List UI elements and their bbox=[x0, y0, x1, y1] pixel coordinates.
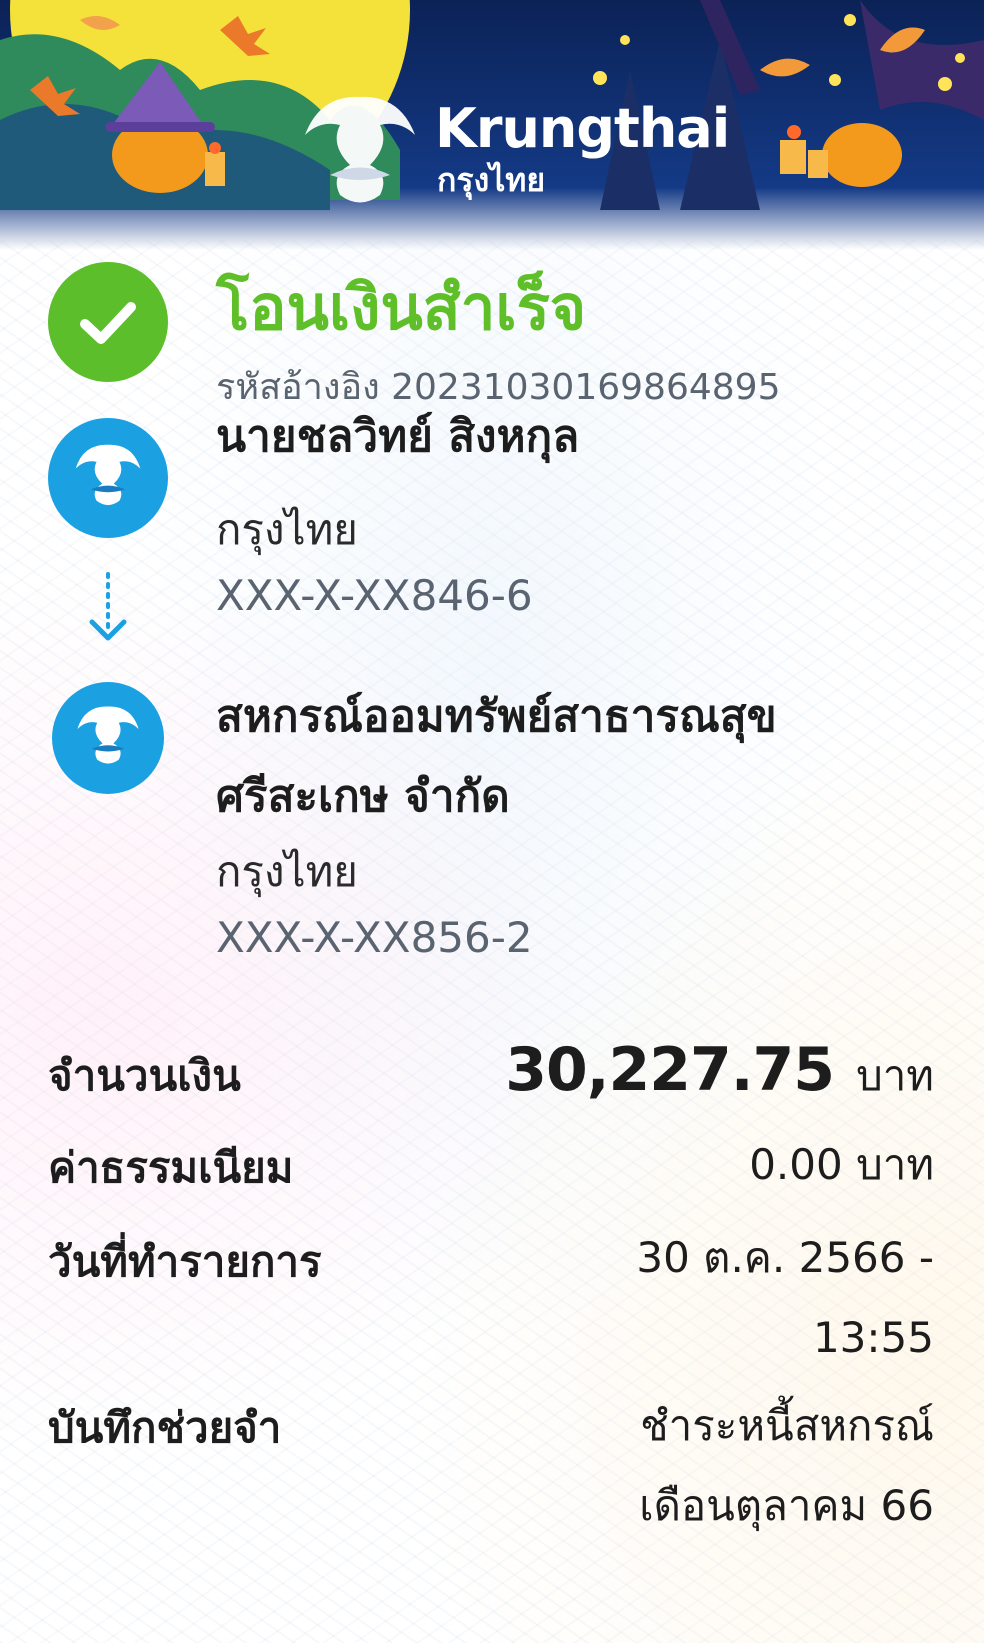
amount-label: จำนวนเงิน bbox=[48, 1051, 241, 1100]
fee-label: ค่าธรรมเนียม bbox=[48, 1143, 294, 1192]
receiver-name-line2: ศรีสะเกษ จำกัด bbox=[216, 771, 510, 822]
receiver-name-line1: สหกรณ์ออมทรัพย์สาธารณสุข bbox=[216, 691, 777, 742]
sender-bank-name: กรุงไทย bbox=[216, 505, 358, 554]
receiver-bank-logo-icon bbox=[52, 682, 164, 794]
transfer-slip: โอนเงินสำเร็จ รหัสอ้างอิง 20231030169864… bbox=[0, 0, 984, 1643]
transfer-status-title: โอนเงินสำเร็จ bbox=[216, 271, 587, 344]
amount-unit: บาท bbox=[856, 1051, 934, 1100]
sender-name: นายชลวิทย์ สิงหกุล bbox=[216, 411, 580, 462]
transaction-time: 13:55 bbox=[812, 1313, 934, 1362]
amount-number: 30,227.75 bbox=[505, 1035, 835, 1105]
memo-label: บันทึกช่วยจำ bbox=[48, 1403, 282, 1452]
transaction-date-label: วันที่ทำรายการ bbox=[48, 1237, 322, 1286]
amount-value: 30,227.75 บาท bbox=[505, 1030, 934, 1116]
sender-bank-logo-icon bbox=[48, 418, 168, 538]
receiver-account-number: XXX-X-XX856-2 bbox=[216, 913, 533, 962]
transaction-date-line1: 30 ต.ค. 2566 - bbox=[636, 1233, 934, 1282]
sender-account-number: XXX-X-XX846-6 bbox=[216, 571, 533, 620]
memo-line2: เดือนตุลาคม 66 bbox=[639, 1481, 934, 1530]
transfer-arrow-down-icon bbox=[86, 570, 130, 650]
memo-line1: ชำระหนี้สหกรณ์ bbox=[640, 1401, 934, 1450]
receiver-bank-name: กรุงไทย bbox=[216, 847, 358, 896]
success-check-icon bbox=[48, 262, 168, 382]
fee-value: 0.00 บาท bbox=[749, 1140, 934, 1189]
